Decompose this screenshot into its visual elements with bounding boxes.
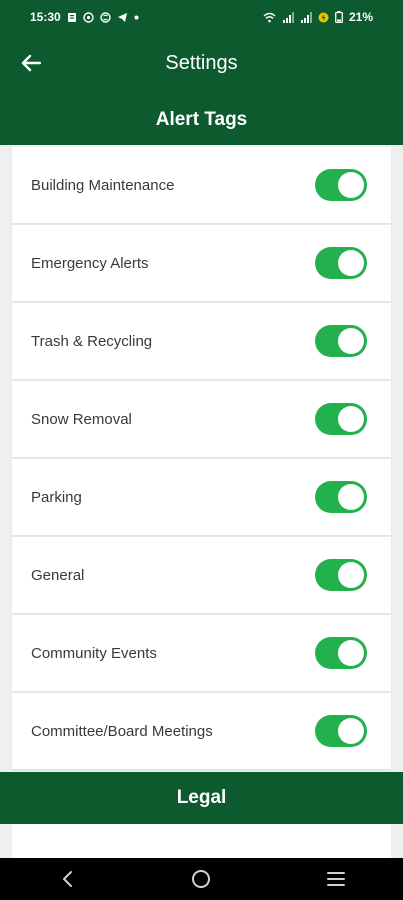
list-item[interactable] bbox=[12, 824, 391, 858]
tag-toggle[interactable] bbox=[315, 403, 367, 435]
toggle-knob bbox=[338, 562, 364, 588]
signal-icon bbox=[300, 11, 312, 23]
toggle-knob bbox=[338, 640, 364, 666]
charging-icon bbox=[318, 12, 329, 23]
tag-toggle[interactable] bbox=[315, 169, 367, 201]
section-title-alert-tags: Alert Tags bbox=[155, 109, 248, 130]
battery-percent: 21% bbox=[348, 10, 373, 24]
toggle-knob bbox=[338, 172, 364, 198]
list-item: Snow Removal bbox=[12, 381, 391, 457]
status-right: 21% bbox=[263, 10, 373, 24]
list-item: Parking bbox=[12, 459, 391, 535]
list-item: Community Events bbox=[12, 615, 391, 691]
list-item: Trash & Recycling bbox=[12, 303, 391, 379]
status-left: 15:30 bbox=[30, 10, 139, 24]
toggle-knob bbox=[338, 484, 364, 510]
wifi-icon bbox=[263, 12, 276, 23]
toggle-knob bbox=[338, 328, 364, 354]
tag-toggle[interactable] bbox=[315, 637, 367, 669]
page-title: Settings bbox=[165, 51, 238, 74]
dot-icon bbox=[134, 15, 139, 20]
list-item: Building Maintenance bbox=[12, 147, 391, 223]
battery-icon bbox=[335, 11, 343, 23]
nav-back-button[interactable] bbox=[37, 858, 97, 900]
whatsapp-icon bbox=[83, 11, 94, 23]
section-title-legal: Legal bbox=[0, 772, 403, 824]
signal-icon bbox=[282, 11, 294, 23]
nav-home-button[interactable] bbox=[171, 858, 231, 900]
home-nav-icon bbox=[192, 870, 211, 888]
app-bar: Settings bbox=[0, 40, 403, 86]
tag-label: General bbox=[31, 566, 85, 584]
menu-nav-icon bbox=[326, 872, 345, 886]
tag-label: Building Maintenance bbox=[31, 176, 175, 194]
tag-label: Community Events bbox=[31, 644, 157, 662]
nav-menu-button[interactable] bbox=[306, 858, 366, 900]
back-button[interactable] bbox=[18, 50, 44, 76]
tag-label: Snow Removal bbox=[31, 410, 132, 428]
back-nav-icon bbox=[63, 871, 73, 887]
list-item: Committee/Board Meetings bbox=[12, 693, 391, 769]
alert-tags-list: Building Maintenance Emergency Alerts Tr… bbox=[0, 145, 403, 772]
legal-list bbox=[0, 824, 403, 858]
tag-label: Committee/Board Meetings bbox=[31, 722, 213, 740]
tag-toggle[interactable] bbox=[315, 559, 367, 591]
arrow-left-icon bbox=[21, 54, 41, 72]
tag-label: Emergency Alerts bbox=[31, 254, 149, 272]
toggle-knob bbox=[338, 406, 364, 432]
top-header: 15:30 21% Settings Alert Tags bbox=[0, 0, 403, 145]
status-time: 15:30 bbox=[30, 10, 61, 24]
tag-label: Trash & Recycling bbox=[31, 332, 153, 350]
list-item: Emergency Alerts bbox=[12, 225, 391, 301]
notification-icon bbox=[67, 12, 77, 23]
tag-label: Parking bbox=[31, 488, 82, 506]
toggle-knob bbox=[338, 718, 364, 744]
tag-toggle[interactable] bbox=[315, 481, 367, 513]
tag-toggle[interactable] bbox=[315, 325, 367, 357]
system-nav-bar bbox=[0, 858, 403, 900]
tag-toggle[interactable] bbox=[315, 715, 367, 747]
toggle-knob bbox=[338, 250, 364, 276]
tag-toggle[interactable] bbox=[315, 247, 367, 279]
skype-icon bbox=[100, 11, 111, 23]
telegram-icon bbox=[117, 12, 128, 23]
list-item: General bbox=[12, 537, 391, 613]
status-bar: 15:30 21% bbox=[0, 0, 403, 34]
